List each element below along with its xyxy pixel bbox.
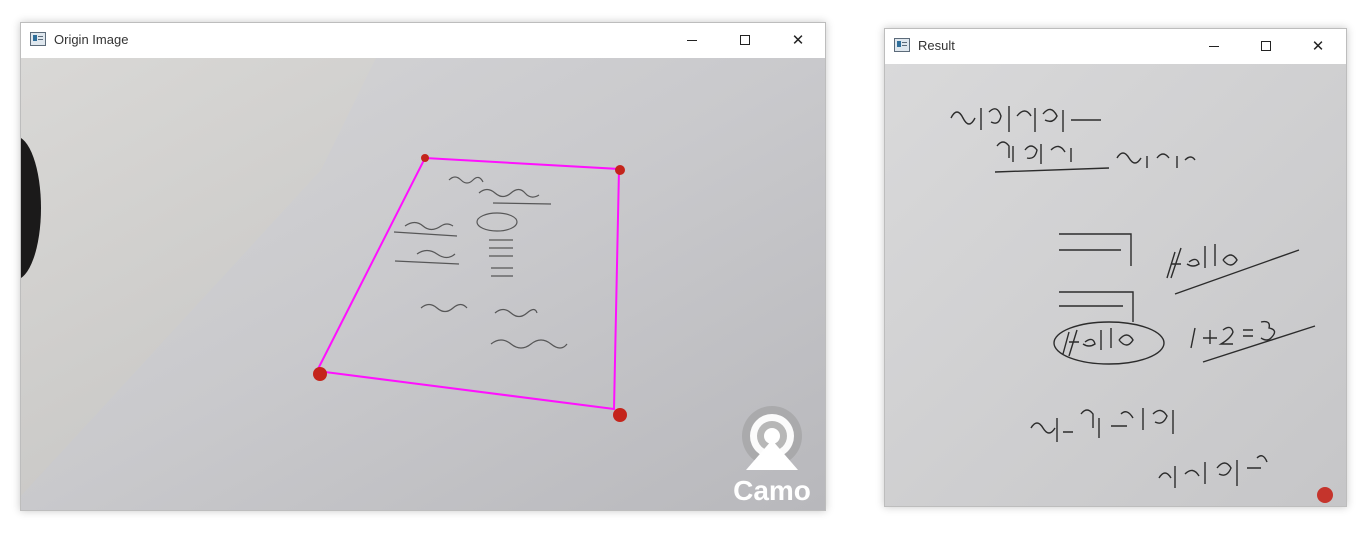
title-bar[interactable]: Result ✕ [885,29,1346,63]
close-icon: ✕ [1311,36,1325,55]
corner-marker[interactable] [313,367,327,381]
minimize-button[interactable] [669,23,715,57]
corner-marker[interactable] [613,408,627,422]
maximize-button[interactable] [722,23,768,57]
origin-image-window: Origin Image ✕ Camo [20,22,826,511]
maximize-button[interactable] [1243,29,1289,63]
window-app-icon [30,32,46,46]
corner-marker[interactable] [615,165,625,175]
window-title: Result [918,38,955,53]
warped-document-image [885,64,1346,506]
close-icon: ✕ [791,30,805,49]
maximize-icon [1261,41,1271,51]
close-button[interactable]: ✕ [775,23,821,57]
result-image-view [885,64,1346,506]
minimize-button[interactable] [1191,29,1237,63]
maximize-icon [740,35,750,45]
minimize-icon [687,39,697,41]
corner-marker[interactable] [421,154,429,162]
origin-image-view: Camo [21,58,825,510]
camo-label: Camo [733,475,811,506]
result-window: Result ✕ [884,28,1347,507]
close-button[interactable]: ✕ [1295,29,1341,63]
camera-photo: Camo [21,58,825,510]
title-bar[interactable]: Origin Image ✕ [21,23,825,57]
window-app-icon [894,38,910,52]
minimize-icon [1209,45,1219,47]
window-title: Origin Image [54,32,129,47]
corner-marker [1317,487,1333,503]
